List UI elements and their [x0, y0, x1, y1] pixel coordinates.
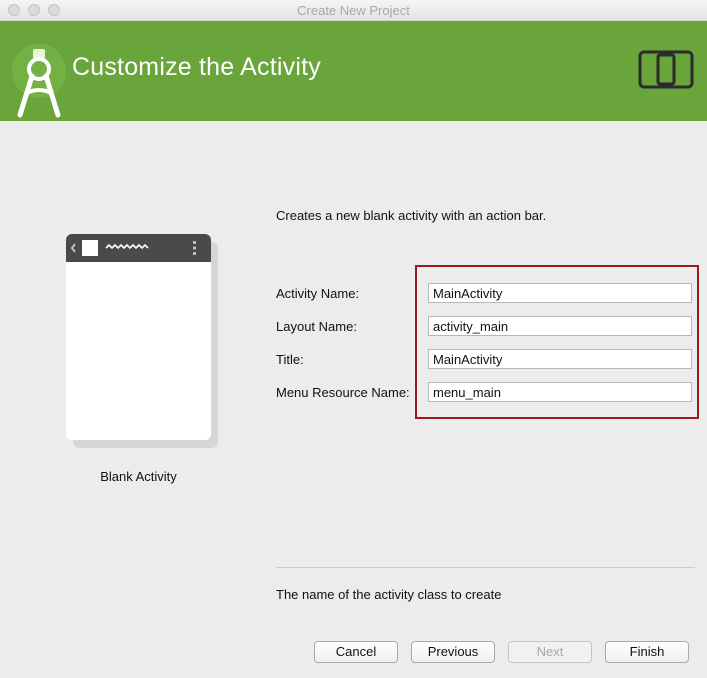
menu-resource-name-label: Menu Resource Name:	[276, 385, 410, 400]
help-text: The name of the activity class to create	[276, 587, 502, 602]
layout-name-input[interactable]	[428, 316, 692, 336]
window-title: Create New Project	[297, 3, 410, 18]
preview-action-bar	[66, 234, 211, 262]
device-form-factor-icon	[638, 50, 694, 89]
preview-label: Blank Activity	[100, 469, 177, 484]
blank-activity-preview	[66, 234, 211, 440]
finish-button[interactable]: Finish	[605, 641, 689, 663]
menu-resource-name-input[interactable]	[428, 382, 692, 402]
divider	[276, 567, 695, 568]
title-input[interactable]	[428, 349, 692, 369]
activity-name-label: Activity Name:	[276, 286, 360, 301]
page-title: Customize the Activity	[72, 53, 321, 81]
window-titlebar: Create New Project	[0, 0, 707, 21]
layout-name-label: Layout Name:	[276, 319, 357, 334]
preview-action-bar-graphic	[70, 240, 196, 256]
wizard-header: Customize the Activity	[0, 21, 707, 121]
previous-button[interactable]: Previous	[411, 641, 495, 663]
activity-description: Creates a new blank activity with an act…	[276, 208, 547, 223]
android-studio-logo-icon	[12, 44, 66, 118]
cancel-button[interactable]: Cancel	[314, 641, 398, 663]
title-label: Title:	[276, 352, 304, 367]
activity-name-input[interactable]	[428, 283, 692, 303]
next-button[interactable]: Next	[508, 641, 592, 663]
